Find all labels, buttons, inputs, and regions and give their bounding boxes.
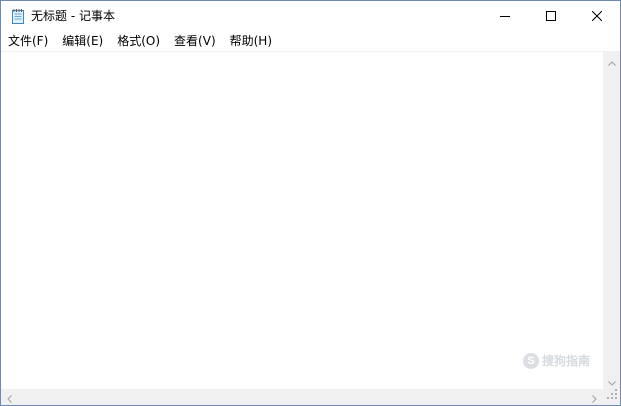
scroll-up-button[interactable] bbox=[603, 52, 620, 69]
close-button[interactable] bbox=[574, 1, 620, 31]
watermark: S 搜狗指南 bbox=[523, 352, 590, 369]
maximize-icon bbox=[546, 11, 556, 21]
chevron-left-icon bbox=[7, 388, 12, 405]
window-title: 无标题 - 记事本 bbox=[31, 9, 115, 23]
resize-grip-icon[interactable] bbox=[607, 385, 618, 404]
menu-bar: 文件(F) 编辑(E) 格式(O) 查看(V) 帮助(H) bbox=[1, 31, 620, 51]
notepad-icon[interactable] bbox=[11, 8, 25, 24]
chevron-up-icon bbox=[607, 51, 616, 70]
scroll-left-button[interactable] bbox=[1, 388, 18, 405]
horizontal-scrollbar[interactable] bbox=[1, 388, 603, 405]
scroll-right-button[interactable] bbox=[586, 388, 603, 405]
menu-view[interactable]: 查看(V) bbox=[167, 31, 223, 51]
vertical-scrollbar[interactable] bbox=[603, 52, 620, 389]
notepad-window: 无标题 - 记事本 文件(F) 编辑(E) 格式(O) 查看(V) 帮助(H) bbox=[0, 0, 621, 406]
watermark-text: 搜狗指南 bbox=[542, 354, 591, 368]
minimize-button[interactable] bbox=[482, 1, 528, 31]
scrollbar-corner bbox=[603, 389, 620, 405]
editor-area: S 搜狗指南 bbox=[1, 51, 620, 405]
title-bar[interactable]: 无标题 - 记事本 bbox=[1, 1, 620, 31]
menu-edit[interactable]: 编辑(E) bbox=[55, 31, 110, 51]
text-editor[interactable] bbox=[1, 52, 603, 389]
minimize-icon bbox=[500, 11, 510, 21]
menu-format[interactable]: 格式(O) bbox=[110, 31, 167, 51]
menu-file[interactable]: 文件(F) bbox=[1, 31, 55, 51]
watermark-logo: S bbox=[523, 352, 539, 369]
menu-help[interactable]: 帮助(H) bbox=[223, 31, 279, 51]
maximize-button[interactable] bbox=[528, 1, 574, 31]
chevron-right-icon bbox=[592, 388, 597, 405]
close-icon bbox=[592, 11, 602, 21]
